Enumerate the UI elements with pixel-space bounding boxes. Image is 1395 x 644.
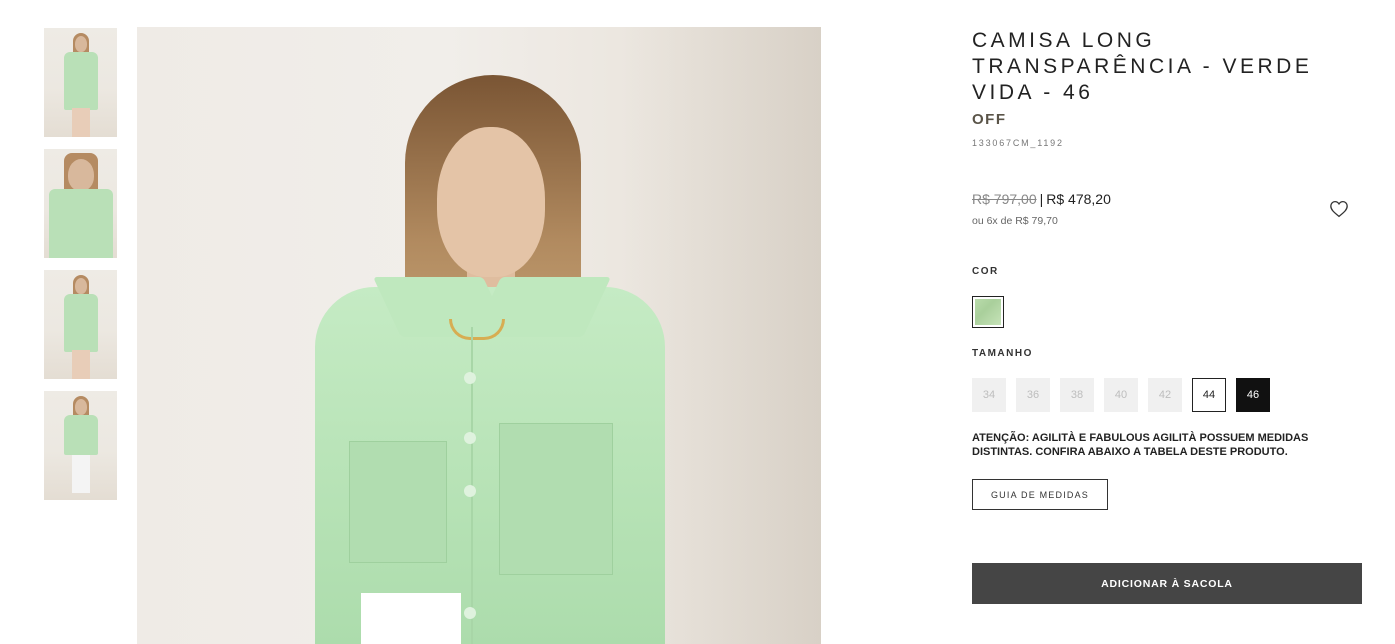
size-selector: 34 36 38 40 42 44 46 [972, 378, 1270, 412]
original-price: R$ 797,00 [972, 191, 1037, 207]
thumbnail-1[interactable] [44, 28, 117, 137]
size-option-40[interactable]: 40 [1104, 378, 1138, 412]
price-separator: | [1039, 191, 1044, 207]
installments-text: ou 6x de R$ 79,70 [972, 215, 1058, 227]
size-guide-button[interactable]: GUIA DE MEDIDAS [972, 479, 1108, 510]
product-sku: 133067CM_1192 [972, 138, 1064, 148]
size-notice: ATENÇÃO: AGILITÀ E FABULOUS AGILITÀ POSS… [972, 432, 1309, 458]
size-option-36[interactable]: 36 [1016, 378, 1050, 412]
size-option-42[interactable]: 42 [1148, 378, 1182, 412]
color-label: COR [972, 266, 999, 277]
thumbnail-3[interactable] [44, 270, 117, 379]
main-product-image [137, 27, 821, 644]
size-option-44[interactable]: 44 [1192, 378, 1226, 412]
color-swatch-verde-vida[interactable] [972, 296, 1004, 328]
thumbnail-2[interactable] [44, 149, 117, 258]
price-row: R$ 797,00 | R$ 478,20 [972, 191, 1111, 207]
off-badge: OFF [972, 111, 1007, 128]
heart-icon[interactable] [1329, 200, 1349, 218]
size-option-46[interactable]: 46 [1236, 378, 1270, 412]
product-title: CAMISA LONG TRANSPARÊNCIA - VERDE VIDA -… [972, 29, 1313, 104]
sale-price: R$ 478,20 [1046, 191, 1111, 207]
size-option-34[interactable]: 34 [972, 378, 1006, 412]
thumbnail-4[interactable] [44, 391, 117, 500]
add-to-bag-button[interactable]: ADICIONAR À SACOLA [972, 563, 1362, 604]
size-option-38[interactable]: 38 [1060, 378, 1094, 412]
size-label: TAMANHO [972, 348, 1033, 359]
